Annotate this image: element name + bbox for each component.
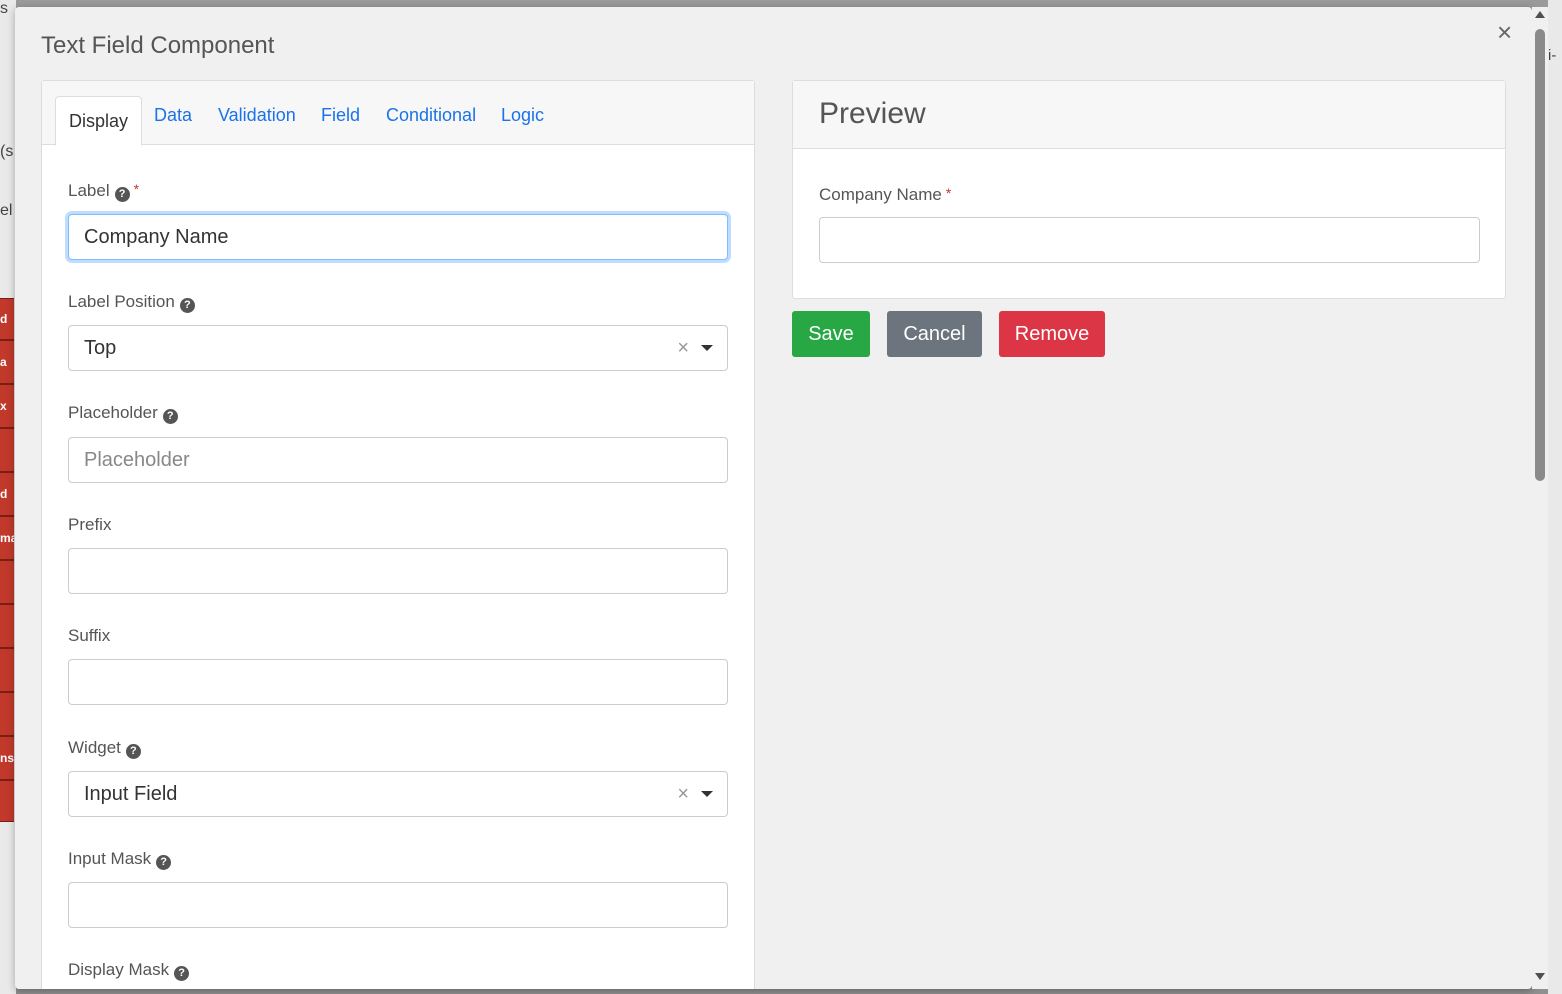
- preview-company-name-input[interactable]: [819, 217, 1480, 263]
- help-icon[interactable]: ?: [162, 409, 178, 424]
- widget-select[interactable]: Input Field ×: [68, 771, 728, 817]
- chevron-down-icon[interactable]: [701, 345, 713, 351]
- widget-value: Input Field: [84, 783, 178, 805]
- preview-field-label: Company Name *: [819, 185, 951, 205]
- display-mask-label-text: Display Mask: [68, 960, 170, 979]
- required-marker: *: [945, 185, 952, 201]
- tab-conditional[interactable]: Conditional: [386, 105, 476, 126]
- suffix-label: Suffix: [68, 626, 111, 645]
- input-mask-label-text: Input Mask: [68, 849, 152, 868]
- background-red-item: a: [0, 340, 14, 384]
- tab-logic[interactable]: Logic: [501, 105, 544, 126]
- background-red-item: d: [0, 298, 14, 340]
- help-icon[interactable]: ?: [179, 298, 195, 313]
- chevron-down-icon[interactable]: [701, 791, 713, 797]
- widget-label: Widget?: [68, 738, 141, 759]
- input-mask-label: Input Mask?: [68, 849, 172, 870]
- modal-scrollbar[interactable]: [1532, 7, 1548, 989]
- background-red-item: [0, 560, 14, 604]
- preview-field-label-text: Company Name: [819, 185, 942, 204]
- label-position-label: Label Position?: [68, 292, 195, 313]
- label-position-select[interactable]: Top ×: [68, 325, 728, 371]
- help-icon[interactable]: ?: [174, 966, 190, 981]
- clear-icon[interactable]: ×: [677, 326, 689, 370]
- save-button[interactable]: Save: [792, 311, 870, 357]
- placeholder-label-text: Placeholder: [68, 403, 158, 422]
- component-settings-modal: Text Field Component × Display Data Vali…: [15, 7, 1532, 989]
- placeholder-input[interactable]: Placeholder: [68, 437, 728, 483]
- background-red-item: ns: [0, 736, 14, 780]
- prefix-label: Prefix: [68, 515, 112, 534]
- label-field-label-text: Label: [68, 181, 110, 200]
- tab-bar: Display Data Validation Field Conditiona…: [42, 81, 754, 146]
- preview-header: Preview: [793, 81, 1505, 149]
- scroll-up-arrow-icon[interactable]: [1535, 11, 1545, 18]
- background-text: (s: [0, 143, 14, 160]
- label-position-label-text: Label Position: [68, 292, 175, 311]
- background-text: s: [0, 0, 8, 17]
- background-red-item: d: [0, 472, 14, 516]
- display-mask-label: Display Mask?: [68, 960, 190, 981]
- background-red-item: [0, 692, 14, 736]
- preview-title: Preview: [819, 97, 926, 130]
- background-red-item: [0, 780, 14, 822]
- close-icon[interactable]: ×: [1497, 19, 1512, 45]
- background-red-item: [0, 604, 14, 648]
- scrollbar-thumb[interactable]: [1535, 29, 1545, 481]
- placeholder-label: Placeholder?: [68, 403, 178, 424]
- modal-title: Text Field Component: [41, 32, 275, 59]
- preview-card: Preview Company Name *: [792, 80, 1506, 299]
- help-icon[interactable]: ?: [156, 855, 172, 870]
- background-text: el: [0, 202, 13, 219]
- input-mask-input[interactable]: [68, 882, 728, 928]
- clear-icon[interactable]: ×: [677, 772, 689, 816]
- tab-display[interactable]: Display: [55, 96, 143, 146]
- tab-data[interactable]: Data: [154, 105, 192, 126]
- label-field-label: Label? *: [68, 181, 139, 202]
- suffix-input[interactable]: [68, 659, 728, 705]
- tab-validation[interactable]: Validation: [218, 105, 296, 126]
- background-red-item: [0, 648, 14, 692]
- help-icon[interactable]: ?: [114, 187, 130, 202]
- label-input[interactable]: Company Name: [68, 214, 728, 260]
- background-right-panel: i-: [1548, 0, 1562, 994]
- tab-field[interactable]: Field: [321, 105, 360, 126]
- required-marker: *: [133, 181, 140, 197]
- scroll-down-arrow-icon[interactable]: [1535, 973, 1545, 980]
- prefix-input[interactable]: [68, 548, 728, 594]
- remove-button[interactable]: Remove: [999, 311, 1105, 357]
- cancel-button[interactable]: Cancel: [887, 311, 982, 357]
- help-icon[interactable]: ?: [125, 744, 141, 759]
- background-red-item: ma: [0, 516, 14, 560]
- background-red-item: x: [0, 384, 14, 428]
- background-text: i-: [1548, 47, 1557, 64]
- background-red-item: [0, 428, 14, 472]
- label-position-value: Top: [84, 337, 117, 359]
- widget-label-text: Widget: [68, 738, 121, 757]
- settings-card: Display Data Validation Field Conditiona…: [41, 80, 755, 989]
